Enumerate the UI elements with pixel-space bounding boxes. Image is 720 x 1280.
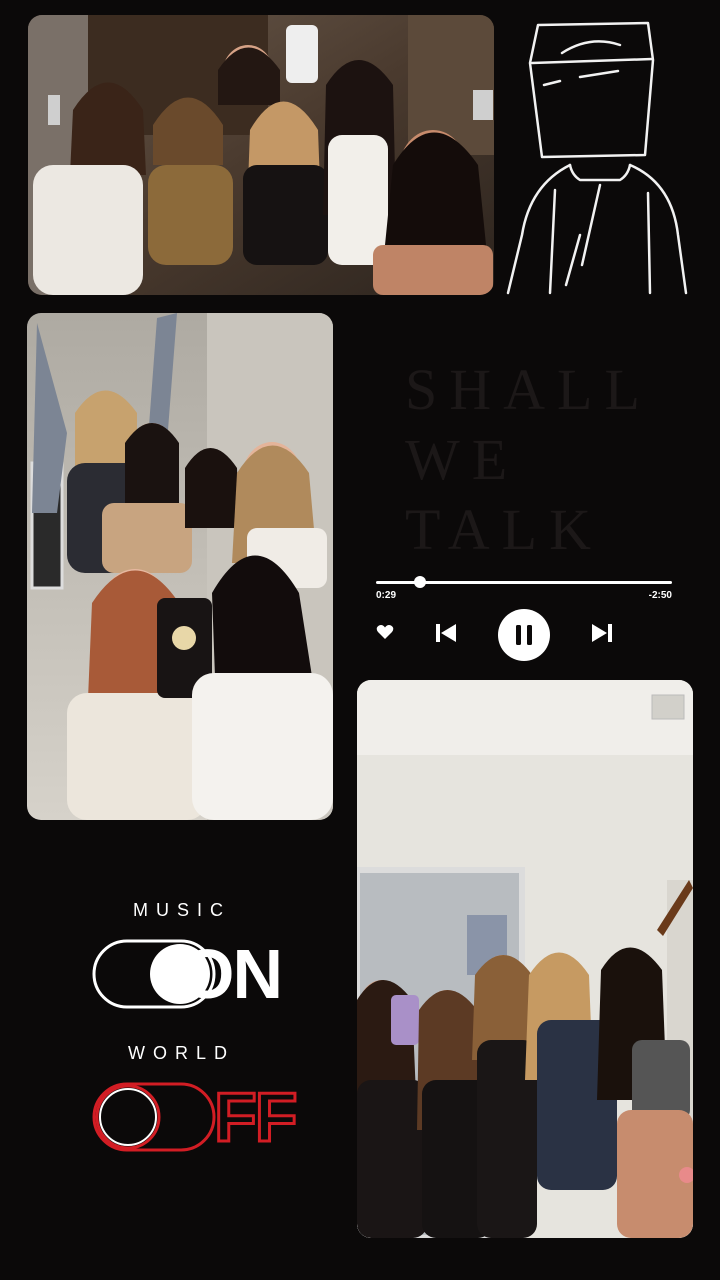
- heart-icon[interactable]: [376, 624, 394, 640]
- group-selfie-top-image: [28, 15, 494, 295]
- music-on-text: ON: [180, 935, 283, 1013]
- group-mirror-selfie-left: [27, 313, 333, 820]
- pause-icon: [516, 625, 532, 645]
- group-bathroom-selfie-right: [357, 680, 693, 1238]
- watermark-line-2: WE: [405, 427, 520, 492]
- music-player: 0:29 -2:50: [374, 570, 674, 661]
- music-on-toggle[interactable]: ON: [92, 938, 283, 1010]
- sketch-figure-illustration: [506, 21, 688, 295]
- world-off-text: FF: [213, 1078, 300, 1156]
- pause-button[interactable]: [498, 609, 550, 661]
- world-off-toggle[interactable]: FF: [92, 1078, 300, 1156]
- world-label: WORLD: [128, 1043, 235, 1063]
- watermark-line-1: SHALL: [405, 357, 652, 422]
- shall-we-talk-watermark: SHALL WE TALK: [405, 355, 685, 565]
- group-bathroom-selfie-right-image: [357, 680, 693, 1238]
- next-icon[interactable]: [590, 622, 614, 644]
- remaining-time: -2:50: [648, 590, 672, 601]
- group-selfie-top: [28, 15, 494, 295]
- music-label: MUSIC: [133, 900, 231, 920]
- current-time: 0:29: [376, 590, 397, 601]
- progress-knob[interactable]: [414, 576, 427, 588]
- group-mirror-selfie-left-image: [27, 313, 333, 820]
- previous-icon[interactable]: [434, 622, 458, 644]
- watermark-line-3: TALK: [405, 497, 603, 562]
